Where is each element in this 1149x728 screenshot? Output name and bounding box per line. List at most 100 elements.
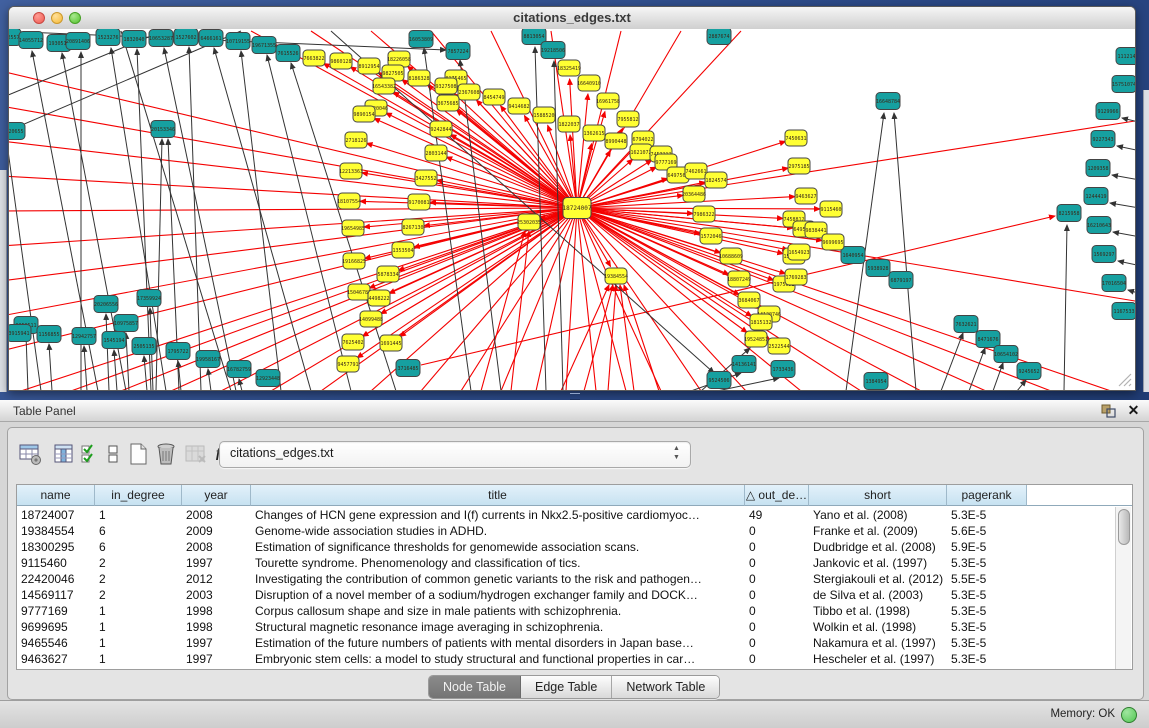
graph-node-label: 6466161 [200,36,221,42]
graph-node-label: 1824574 [705,178,726,184]
table-row[interactable]: 946362711997Embryonic stem cells: a mode… [17,651,1117,667]
graph-edge [84,346,87,390]
table-source-select[interactable]: citations_edges.txt ▲▼ [219,441,691,468]
graph-edge [1113,232,1135,239]
graph-node-label: 7450631 [785,136,806,142]
table-row[interactable]: 946554611997Estimation of the future num… [17,635,1117,651]
graph-node-label: 14099488 [359,317,383,323]
graph-node-label: 9463627 [795,194,816,200]
memory-status-label: Memory: OK [1050,708,1115,720]
new-column-button[interactable] [126,442,150,466]
column-header-year[interactable]: year [182,485,251,506]
column-header-short[interactable]: short [809,485,947,506]
graph-edge [566,208,577,390]
table-cell: 2003 [182,587,251,603]
graph-node-label: 12923448 [256,376,280,382]
table-panel-titlebar[interactable]: Table Panel ✕ [0,400,1149,422]
float-panel-icon[interactable] [1101,404,1116,418]
table-cell: 1998 [182,619,251,635]
table-cell: Franke et al. (2009) [809,523,947,539]
network-window-titlebar[interactable]: citations_edges.txt [9,7,1135,30]
table-row[interactable]: 969969511998Structural magnetic resonanc… [17,619,1117,635]
table-cell: 5.3E-5 [947,587,1027,603]
graph-edge [164,48,236,390]
graph-edge [1118,261,1135,268]
show-columns-button[interactable] [52,442,76,466]
network-canvas[interactable]: 1872400720925571405571219305142089140615… [9,29,1135,390]
column-header-in_degree[interactable]: in_degree [95,485,182,506]
graph-node-label: 1691445 [380,341,401,347]
column-header-pagerank[interactable]: pagerank [947,485,1027,506]
graph-node-label: 9170081 [408,200,429,206]
graph-node-label: 19384554 [604,274,628,280]
table-cell: Corpus callosum shape and size in male p… [251,603,745,619]
graph-edge [144,356,147,390]
column-header-name[interactable]: name [17,485,95,506]
graph-node-label: 6879197 [890,278,911,284]
vertical-scrollbar[interactable] [1115,507,1131,669]
graph-node-label: 20153346 [151,127,175,133]
table-row[interactable]: 1456911722003Disruption of a novel membe… [17,587,1117,603]
column-header-out_de[interactable]: △ out_de… [745,485,809,506]
tab-network-table[interactable]: Network Table [612,676,719,698]
tab-node-table[interactable]: Node Table [429,676,521,698]
graph-node-label: 19218506 [541,48,565,54]
select-stepper-icon: ▲▼ [671,444,682,464]
table-row[interactable]: 977716911998Corpus callosum shape and si… [17,603,1117,619]
graph-edge [1112,175,1135,182]
graph-node-label: 9860128 [330,59,351,65]
checkbox-list-button[interactable] [106,442,120,466]
table-cell: Wolkin et al. (1998) [809,619,947,635]
graph-node-label: 1523276 [97,35,118,41]
graph-edge [1128,290,1135,297]
table-cell: 1 [95,635,182,651]
graph-node-label: 3684067 [738,298,759,304]
table-row[interactable]: 911546021997Tourette syndrome. Phenomeno… [17,555,1117,571]
table-cell: 2 [95,571,182,587]
table-row[interactable]: 2242004622012Investigating the contribut… [17,571,1117,587]
table-row[interactable]: 1938455462009Genome-wide association stu… [17,523,1117,539]
graph-node-label: 1545194 [103,338,124,344]
scrollbar-thumb[interactable] [1118,509,1130,545]
graph-node-label: 8215958 [1058,211,1079,217]
panel-splitter[interactable] [570,393,580,400]
left-panel-edge [0,170,7,392]
delete-column-button[interactable] [154,442,178,466]
graph-node-label: 7632621 [955,322,976,328]
graph-edge [214,48,311,390]
graph-node-label: 1815132 [750,320,771,326]
close-panel-icon[interactable]: ✕ [1126,403,1141,418]
select-columns-button[interactable] [80,442,100,466]
column-header-filler [1027,485,1133,506]
graph-node-label: 9777169 [655,160,676,166]
delete-table-button[interactable] [184,442,208,466]
graph-node-label: 16543382 [372,84,396,90]
table-cell: de Silva et al. (2003) [809,587,947,603]
graph-node-label: 1569297 [1093,252,1114,258]
graph-node-label: 1527602 [175,35,196,41]
table-cell: Investigating the contribution of common… [251,571,745,587]
memory-status-icon[interactable] [1121,707,1137,723]
table-mode-button[interactable] [18,442,42,466]
graph-edge [9,208,577,211]
table-cell: 1997 [182,635,251,651]
graph-edge [460,60,501,390]
graph-node-label: 7615526 [277,51,298,57]
graph-node-label: 2505135 [133,344,154,350]
table-cell: Yano et al. (2008) [809,507,947,523]
graph-node-label: 16640910 [577,81,601,87]
graph-node-label: 1621072 [630,150,651,156]
table-cell: Genome-wide association studies in ADHD. [251,523,745,539]
table-cell: 2012 [182,571,251,587]
graph-node-label: 1795722 [167,349,188,355]
table-row[interactable]: 1872400712008Changes of HCN gene express… [17,507,1117,523]
table-row[interactable]: 1830029562008Estimation of significance … [17,539,1117,555]
window-resize-grip[interactable] [1116,371,1132,387]
table-cell: 0 [745,651,809,667]
network-view-window: citations_edges.txt 18724007209255714055… [8,6,1136,391]
graph-node-label: 15046788 [347,290,371,296]
column-header-title[interactable]: title [251,485,745,506]
tab-edge-table[interactable]: Edge Table [521,676,612,698]
graph-node-label: 9115460 [820,207,841,213]
graph-node-label: 17016504 [1102,281,1126,287]
